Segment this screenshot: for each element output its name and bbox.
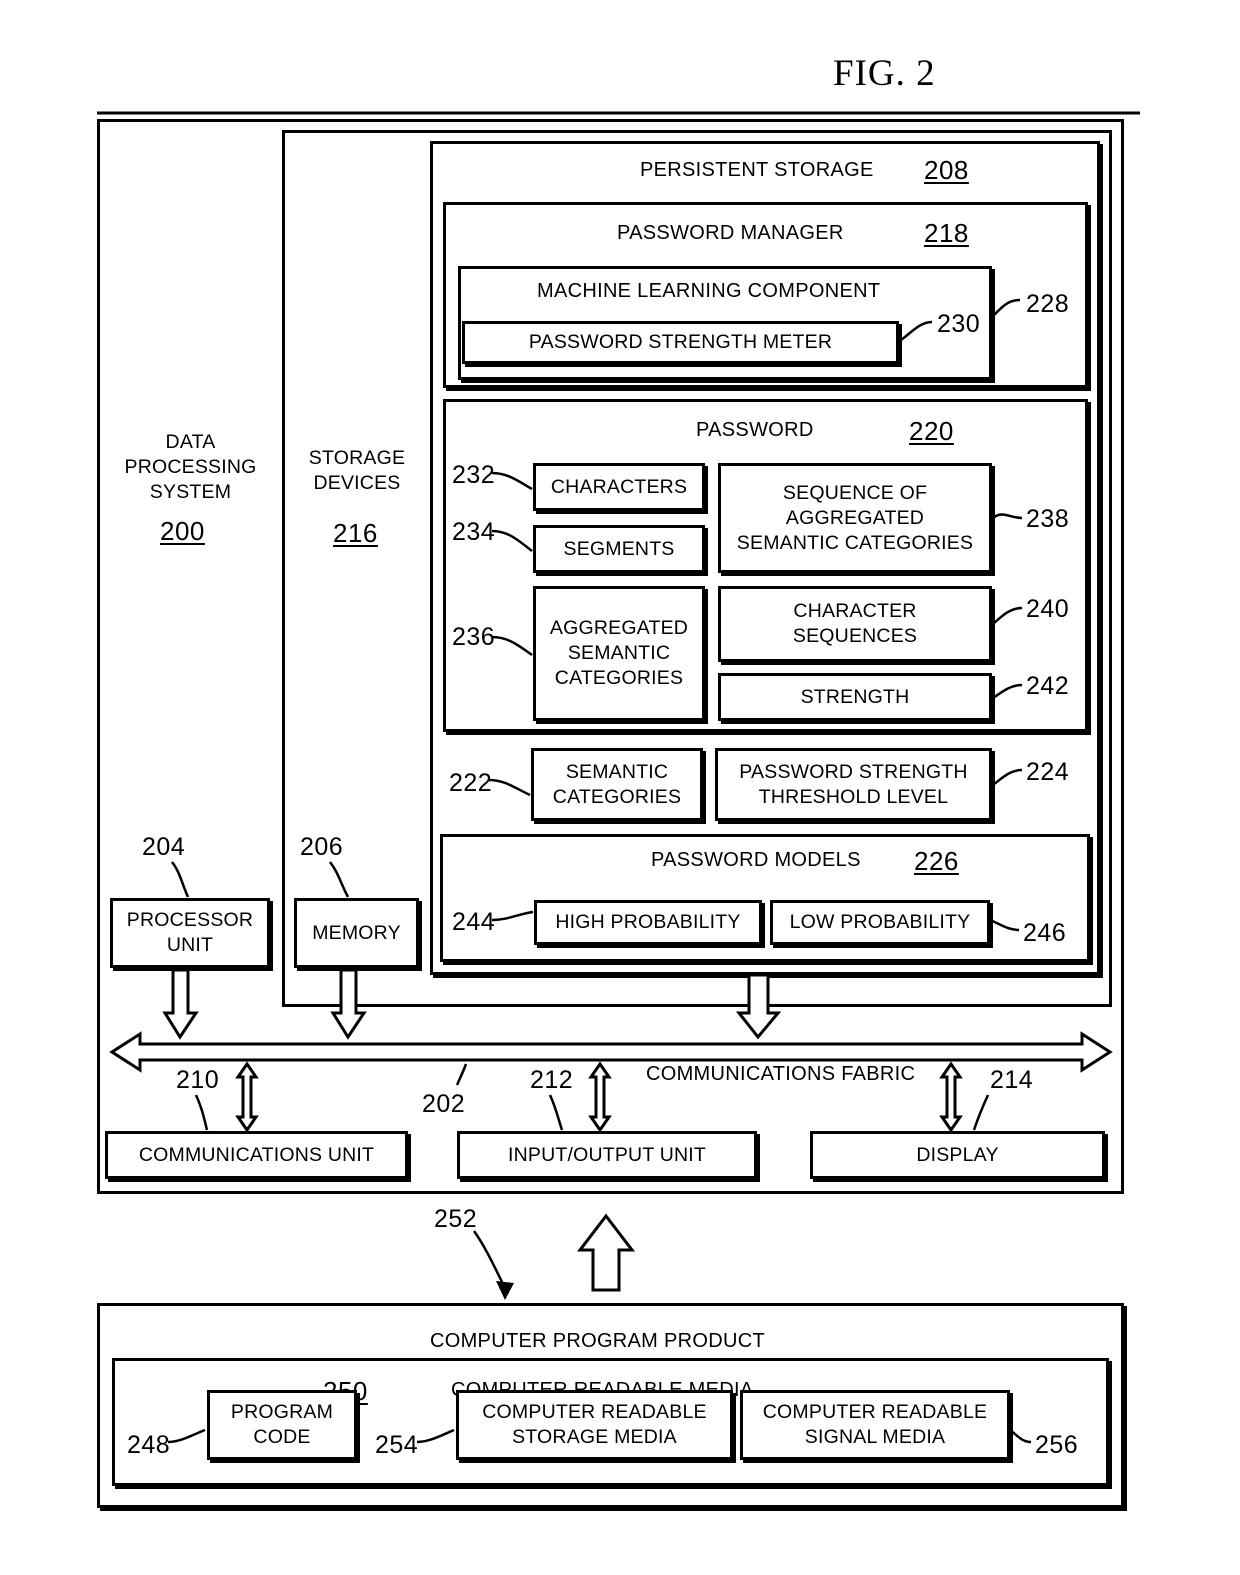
processor-unit-label: PROCESSOR UNIT [126,909,254,956]
communications-fabric-label: COMMUNICATIONS FABRIC [646,1063,916,1085]
character-sequences-label: CHARACTER SEQUENCES [792,600,918,647]
password-label: PASSWORD [696,419,814,441]
characters-label: CHARACTERS [550,475,688,498]
program-code-ref: 248 [127,1431,171,1459]
password-strength-threshold-ref: 224 [1026,758,1070,786]
aggregated-semantic-categories-label: AGGREGATED SEMANTIC CATEGORIES [549,617,689,689]
figure-page: FIG. 2 DATA PROCESSING SYSTEM 200 STORAG… [0,0,1240,1575]
password-strength-meter-label: PASSWORD STRENGTH METER [528,331,833,353]
display-label: DISPLAY [916,1143,999,1166]
computer-readable-signal-media-ref: 256 [1035,1431,1079,1459]
low-probability-label: LOW PROBABILITY [789,911,971,933]
input-output-unit-label: INPUT/OUTPUT UNIT [507,1143,707,1166]
password-manager-label: PASSWORD MANAGER [617,222,844,244]
high-probability-ref: 244 [452,908,496,936]
program-code-label: PROGRAM CODE [230,1401,334,1448]
sequence-of-aggregated-semantic-categories-label: SEQUENCE OF AGGREGATED SEMANTIC CATEGORI… [736,481,974,554]
password-models-ref: 226 [914,846,959,876]
memory-label: MEMORY [312,921,401,944]
machine-learning-component-label: MACHINE LEARNING COMPONENT [537,280,881,302]
semantic-categories-ref: 222 [449,769,493,797]
input-output-unit-ref: 212 [530,1066,574,1094]
data-processing-system-label: DATA PROCESSING SYSTEM [124,431,257,503]
persistent-storage-ref: 208 [924,155,969,185]
computer-program-product-label: COMPUTER PROGRAM PRODUCT [430,1330,765,1352]
storage-devices-label: STORAGE DEVICES [308,447,406,494]
computer-readable-storage-media-label: COMPUTER READABLE STORAGE MEDIA [482,1401,707,1448]
sequence-of-aggregated-semantic-categories-ref: 238 [1026,505,1070,533]
machine-learning-component-ref: 228 [1026,290,1070,318]
communications-unit-label: COMMUNICATIONS UNIT [138,1143,375,1166]
memory-ref: 206 [300,833,344,861]
password-manager-ref: 218 [924,218,969,248]
data-processing-system-ref: 200 [160,516,205,546]
high-probability-label: HIGH PROBABILITY [555,911,741,933]
processor-unit-ref: 204 [142,833,186,861]
computer-readable-storage-media-ref: 254 [375,1431,419,1459]
aggregated-semantic-categories-ref: 236 [452,623,496,651]
segments-label: SEGMENTS [563,537,675,560]
segments-ref: 234 [452,518,496,546]
leader-arrowhead-252 [496,1281,514,1300]
storage-devices-ref: 216 [333,518,378,548]
password-strength-threshold-label: PASSWORD STRENGTH THRESHOLD LEVEL [739,760,968,808]
strength-ref: 242 [1026,672,1070,700]
communications-unit-ref: 210 [176,1066,220,1094]
program-product-up-arrow [576,1213,636,1292]
password-ref: 220 [909,416,954,446]
display-ref: 214 [990,1066,1034,1094]
password-models-label: PASSWORD MODELS [651,849,861,871]
semantic-categories-label: SEMANTIC CATEGORIES [552,760,682,808]
characters-ref: 232 [452,461,496,489]
persistent-storage-label: PERSISTENT STORAGE [640,159,874,181]
communications-fabric-ref: 202 [422,1090,466,1118]
figure-title: FIG. 2 [833,53,936,94]
computer-program-product-ref: 252 [434,1205,478,1233]
character-sequences-ref: 240 [1026,595,1070,623]
strength-label: STRENGTH [800,685,910,708]
computer-readable-signal-media-label: COMPUTER READABLE SIGNAL MEDIA [762,1401,988,1448]
password-strength-meter-ref: 230 [937,310,981,338]
low-probability-ref: 246 [1023,919,1067,947]
